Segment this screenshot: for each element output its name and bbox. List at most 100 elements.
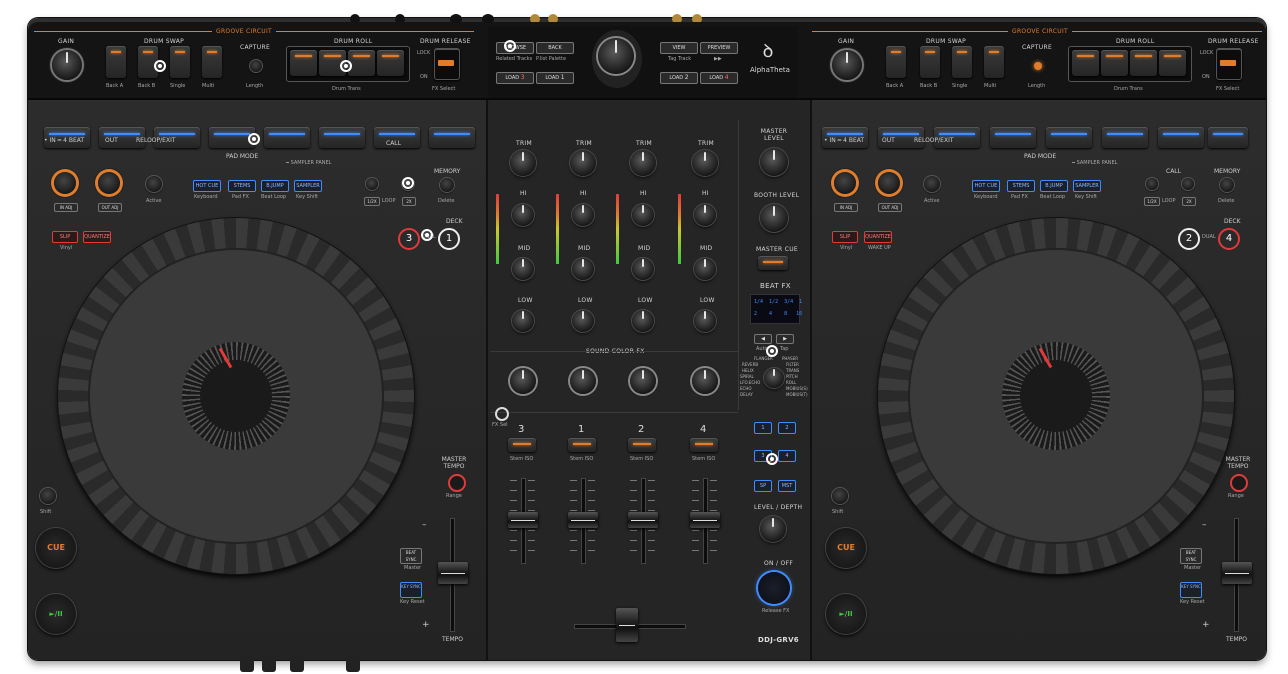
perf-pad-4-right[interactable]	[990, 127, 1036, 148]
reloop-exit-button[interactable]	[146, 176, 162, 192]
sound-color-fx-knob[interactable]	[630, 368, 656, 394]
key-sync-button[interactable]: KEY SYNC	[400, 582, 422, 598]
beat-fx-select-knob[interactable]	[764, 368, 784, 388]
loop-in-button[interactable]	[54, 172, 76, 194]
loop-out-button-right[interactable]	[878, 172, 900, 194]
trim-knob[interactable]	[510, 150, 536, 176]
stems-button-right[interactable]: STEMS	[1007, 180, 1035, 192]
eq-low-knob[interactable]	[632, 310, 654, 332]
capture-button-right[interactable]	[1034, 62, 1042, 70]
sound-color-fx-on-button[interactable]	[495, 407, 509, 421]
beat-fx-ch-1[interactable]: 1	[754, 422, 772, 434]
channel-fader[interactable]	[568, 512, 598, 528]
drum-roll-pad-2-right[interactable]	[1101, 50, 1128, 76]
eq-mid-knob[interactable]	[512, 258, 534, 280]
beat-sync-button-right[interactable]: BEAT SYNC	[1180, 548, 1202, 564]
drum-roll-pad-1-right[interactable]	[1072, 50, 1099, 76]
capture-button[interactable]	[250, 60, 262, 72]
drum-swap-single[interactable]	[170, 46, 190, 78]
tempo-fader[interactable]	[438, 562, 468, 584]
trim-knob[interactable]	[570, 150, 596, 176]
perf-pad-5-right[interactable]	[1046, 127, 1092, 148]
crossfader[interactable]	[616, 608, 638, 642]
beat-sync-button[interactable]: BEAT SYNC	[400, 548, 422, 564]
trim-knob[interactable]	[630, 150, 656, 176]
perf-pad-5[interactable]	[264, 127, 310, 148]
drum-swap-back-b-right[interactable]	[920, 46, 940, 78]
beat-fx-mst[interactable]: MST	[778, 480, 796, 492]
load-2-button[interactable]: LOAD 2	[660, 72, 698, 84]
drum-swap-multi-right[interactable]	[984, 46, 1004, 78]
beat-fx-on-off-button[interactable]	[758, 572, 790, 604]
call-prev-button[interactable]	[366, 178, 378, 190]
perf-pad-8-right[interactable]	[1208, 127, 1248, 148]
drum-swap-back-a[interactable]	[106, 46, 126, 78]
deck-2-button[interactable]: 2	[1178, 228, 1200, 250]
eq-mid-knob[interactable]	[632, 258, 654, 280]
sampler-button[interactable]: SAMPLER	[294, 180, 322, 192]
tempo-fader-right[interactable]	[1222, 562, 1252, 584]
key-sync-button-right[interactable]: KEY SYNC	[1180, 582, 1202, 598]
eq-hi-knob[interactable]	[694, 204, 716, 226]
eq-low-knob[interactable]	[572, 310, 594, 332]
reloop-exit-button-right[interactable]	[924, 176, 940, 192]
master-tempo-button-right[interactable]	[1230, 474, 1248, 492]
preview-button[interactable]: PREVIEW	[700, 42, 738, 54]
quantize-button-right[interactable]: QUANTIZE	[864, 231, 892, 243]
shift-button-right[interactable]	[832, 488, 848, 504]
channel-fader[interactable]	[508, 512, 538, 528]
drum-swap-single-right[interactable]	[952, 46, 972, 78]
memory-button[interactable]	[440, 178, 454, 192]
perf-pad-7-right[interactable]	[1158, 127, 1204, 148]
perf-pad-8[interactable]	[429, 127, 475, 148]
load-3-button[interactable]: LOAD 3	[496, 72, 534, 84]
channel-cue-button[interactable]	[690, 438, 718, 452]
loop-in-button-right[interactable]	[834, 172, 856, 194]
level-depth-knob[interactable]	[760, 516, 786, 542]
play-pause-button-right[interactable]: ►/II	[826, 594, 866, 634]
master-level-knob[interactable]	[760, 148, 788, 176]
shift-button[interactable]	[40, 488, 56, 504]
deck-4-button[interactable]: 4	[1218, 228, 1240, 250]
slip-button-right[interactable]: SLIP	[832, 231, 858, 243]
eq-hi-knob[interactable]	[632, 204, 654, 226]
gain-knob-right[interactable]	[832, 50, 862, 80]
channel-cue-button[interactable]	[508, 438, 536, 452]
memory-button-right[interactable]	[1220, 178, 1234, 192]
drum-swap-back-a-right[interactable]	[886, 46, 906, 78]
beat-fx-sp[interactable]: SP	[754, 480, 772, 492]
hot-cue-button-right[interactable]: HOT CUE	[972, 180, 1000, 192]
sound-color-fx-knob[interactable]	[570, 368, 596, 394]
browse-encoder[interactable]	[598, 38, 634, 74]
call-prev-button-right[interactable]	[1146, 178, 1158, 190]
master-tempo-button[interactable]	[448, 474, 466, 492]
eq-low-knob[interactable]	[512, 310, 534, 332]
eq-mid-knob[interactable]	[572, 258, 594, 280]
beat-fx-left-button[interactable]: ◀	[754, 334, 772, 344]
drum-swap-multi[interactable]	[202, 46, 222, 78]
stems-button[interactable]: STEMS	[228, 180, 256, 192]
channel-fader[interactable]	[690, 512, 720, 528]
cue-button[interactable]: CUE	[36, 528, 76, 568]
call-next-button-right[interactable]	[1182, 178, 1194, 190]
drum-roll-pad-4-right[interactable]	[1159, 50, 1186, 76]
load-4-button[interactable]: LOAD 4	[700, 72, 738, 84]
cue-button-right[interactable]: CUE	[826, 528, 866, 568]
beat-fx-ch-2[interactable]: 2	[778, 422, 796, 434]
loop-out-button[interactable]	[98, 172, 120, 194]
deck-1-button[interactable]: 1	[438, 228, 460, 250]
play-pause-button[interactable]: ►/II	[36, 594, 76, 634]
hot-cue-button[interactable]: HOT CUE	[193, 180, 221, 192]
deck-3-button[interactable]: 3	[398, 228, 420, 250]
eq-low-knob[interactable]	[694, 310, 716, 332]
slip-button[interactable]: SLIP	[52, 231, 78, 243]
eq-hi-knob[interactable]	[512, 204, 534, 226]
bjump-button[interactable]: B.JUMP	[261, 180, 289, 192]
view-button[interactable]: VIEW	[660, 42, 698, 54]
quantize-button[interactable]: QUANTIZE	[83, 231, 111, 243]
trim-knob[interactable]	[692, 150, 718, 176]
back-button[interactable]: BACK	[536, 42, 574, 54]
beat-fx-right-button[interactable]: ▶	[776, 334, 794, 344]
bjump-button-right[interactable]: B.JUMP	[1040, 180, 1068, 192]
drum-roll-pad-1[interactable]	[290, 50, 317, 76]
